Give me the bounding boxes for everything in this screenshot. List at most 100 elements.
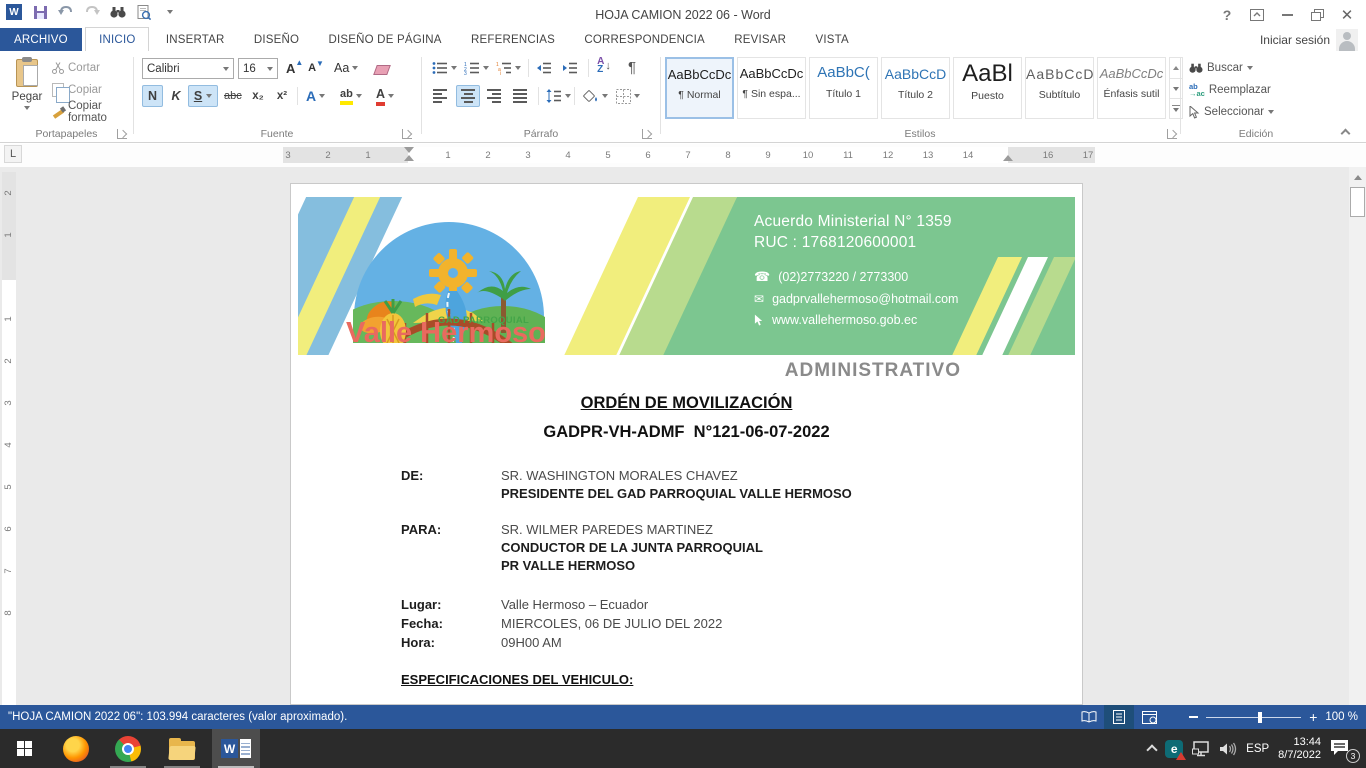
sign-in-control[interactable]: Iniciar sesión (1260, 29, 1358, 51)
ruler-number: 1 (2, 312, 16, 326)
collapse-ribbon-button[interactable] (1342, 130, 1352, 136)
bullets-button[interactable] (430, 57, 459, 79)
scrollbar-thumb[interactable] (1350, 187, 1365, 217)
taskbar-chrome[interactable] (104, 729, 152, 768)
tab-vista[interactable]: VISTA (802, 28, 861, 52)
tray-expand-button[interactable] (1146, 744, 1157, 755)
strikethrough-button[interactable]: abc (222, 85, 244, 107)
chevron-down-icon (515, 66, 521, 70)
style-sin-espaciado[interactable]: AaBbCcDc ¶ Sin espa... (737, 57, 806, 119)
read-mode-button[interactable] (1074, 705, 1104, 729)
align-left-button[interactable] (430, 85, 450, 107)
first-line-indent-marker[interactable] (404, 147, 414, 153)
superscript-button[interactable]: x² (272, 85, 292, 107)
right-indent-marker[interactable] (1003, 155, 1013, 161)
shrink-font-button[interactable]: A▼ (306, 57, 326, 79)
copy-button[interactable]: Copiar (52, 79, 102, 101)
tab-correspondencia[interactable]: CORRESPONDENCIA (571, 28, 718, 52)
taskbar-word[interactable]: W (212, 729, 260, 768)
clipboard-dialog-launcher[interactable] (117, 129, 127, 139)
font-dialog-launcher[interactable] (402, 129, 412, 139)
start-button[interactable] (0, 729, 48, 768)
grow-font-button[interactable]: A▲ (284, 57, 305, 79)
style-enfasis-sutil[interactable]: AaBbCcDc Énfasis sutil (1097, 57, 1166, 119)
font-size-combo[interactable]: 16 (238, 58, 278, 79)
font-color-icon: A (376, 87, 385, 106)
increase-indent-button[interactable] (560, 57, 580, 79)
borders-button[interactable] (614, 85, 642, 107)
zoom-slider[interactable] (1206, 717, 1301, 718)
select-button[interactable]: Seleccionar (1189, 101, 1274, 123)
multilevel-list-button[interactable]: 1ai (494, 57, 523, 79)
tab-inicio[interactable]: INICIO (85, 27, 149, 51)
zoom-slider-thumb[interactable] (1258, 712, 1262, 723)
zoom-controls: + 100 % (1189, 705, 1358, 729)
action-center-button[interactable]: 3 (1330, 739, 1356, 759)
zoom-level[interactable]: 100 % (1325, 711, 1358, 723)
styles-dialog-launcher[interactable] (1167, 129, 1177, 139)
show-marks-button[interactable]: ¶ (622, 56, 642, 78)
tab-archivo[interactable]: ARCHIVO (0, 28, 82, 52)
character-count[interactable]: "HOJA CAMION 2022 06": 103.994 caractere… (8, 705, 347, 729)
paste-button[interactable]: Pegar (4, 55, 50, 121)
style-titulo-2[interactable]: AaBbCcD Título 2 (881, 57, 950, 119)
style-puesto[interactable]: AaBl Puesto (953, 57, 1022, 119)
text-effects-button[interactable]: A (304, 85, 327, 107)
sort-button[interactable]: AZ↓ (594, 55, 614, 77)
document-page[interactable]: Valle Hermoso GAD PARROQUIAL Acuerdo Min… (290, 183, 1083, 705)
vertical-scrollbar[interactable] (1349, 167, 1366, 705)
clock[interactable]: 13:44 8/7/2022 (1278, 736, 1321, 762)
tab-selector-button[interactable]: L (4, 145, 22, 163)
horizontal-ruler[interactable]: 32112345678910111213141617 (283, 147, 1095, 163)
tab-diseno-de-pagina[interactable]: DISEÑO DE PÁGINA (316, 28, 455, 52)
ribbon-display-options-button[interactable] (1242, 2, 1272, 28)
group-label-font: Fuente (134, 128, 420, 140)
line-spacing-button[interactable] (544, 85, 573, 107)
change-case-button[interactable]: Aa (332, 57, 360, 79)
align-right-button[interactable] (484, 85, 504, 107)
font-color-button[interactable]: A (374, 85, 396, 107)
replace-button[interactable]: ab→ac Reemplazar (1189, 79, 1271, 101)
bold-button[interactable]: N (142, 85, 163, 107)
restore-button[interactable] (1302, 2, 1332, 28)
tab-revisar[interactable]: REVISAR (721, 28, 799, 52)
vertical-ruler[interactable]: 2112345678 (2, 172, 16, 705)
hanging-indent-marker[interactable] (404, 155, 414, 161)
underline-button[interactable]: S (188, 85, 218, 107)
format-painter-button[interactable]: Copiar formato (52, 101, 133, 123)
style-titulo-1[interactable]: AaBbC( Título 1 (809, 57, 878, 119)
paragraph-dialog-launcher[interactable] (642, 129, 652, 139)
zoom-in-button[interactable]: + (1309, 710, 1317, 724)
print-layout-button[interactable] (1104, 705, 1134, 729)
tab-insertar[interactable]: INSERTAR (153, 28, 238, 52)
phone-line: ☎ (02)2773220 / 2773300 (754, 269, 1064, 285)
web-layout-button[interactable] (1134, 705, 1164, 729)
language-indicator[interactable]: ESP (1246, 743, 1269, 755)
numbering-button[interactable]: 123 (462, 57, 491, 79)
eset-tray-icon[interactable]: e (1165, 740, 1183, 758)
tab-diseno[interactable]: DISEÑO (241, 28, 312, 52)
align-center-button[interactable] (456, 85, 480, 107)
close-button[interactable]: ✕ (1332, 2, 1362, 28)
help-button[interactable]: ? (1212, 2, 1242, 28)
subscript-button[interactable]: x₂ (248, 85, 268, 107)
decrease-indent-button[interactable] (534, 57, 554, 79)
highlight-button[interactable]: ab (338, 85, 364, 107)
cut-button[interactable]: Cortar (52, 57, 100, 79)
justify-button[interactable] (510, 85, 530, 107)
taskbar-file-explorer[interactable] (158, 729, 206, 768)
italic-button[interactable]: K (166, 85, 186, 107)
taskbar-firefox[interactable] (52, 729, 100, 768)
shading-button[interactable] (580, 85, 610, 107)
tab-referencias[interactable]: REFERENCIAS (458, 28, 568, 52)
style-subtitulo[interactable]: AaBbCcD Subtítulo (1025, 57, 1094, 119)
speaker-icon[interactable] (1219, 742, 1237, 756)
clear-formatting-button[interactable] (372, 57, 392, 79)
find-menu-button[interactable]: Buscar (1189, 57, 1253, 79)
network-icon[interactable] (1192, 741, 1210, 757)
style-normal[interactable]: AaBbCcDc ¶ Normal (665, 57, 734, 119)
zoom-out-button[interactable] (1189, 716, 1198, 718)
minimize-button[interactable] (1272, 2, 1302, 28)
font-family-combo[interactable]: Calibri (142, 58, 234, 79)
scroll-up-button[interactable] (1350, 169, 1365, 185)
